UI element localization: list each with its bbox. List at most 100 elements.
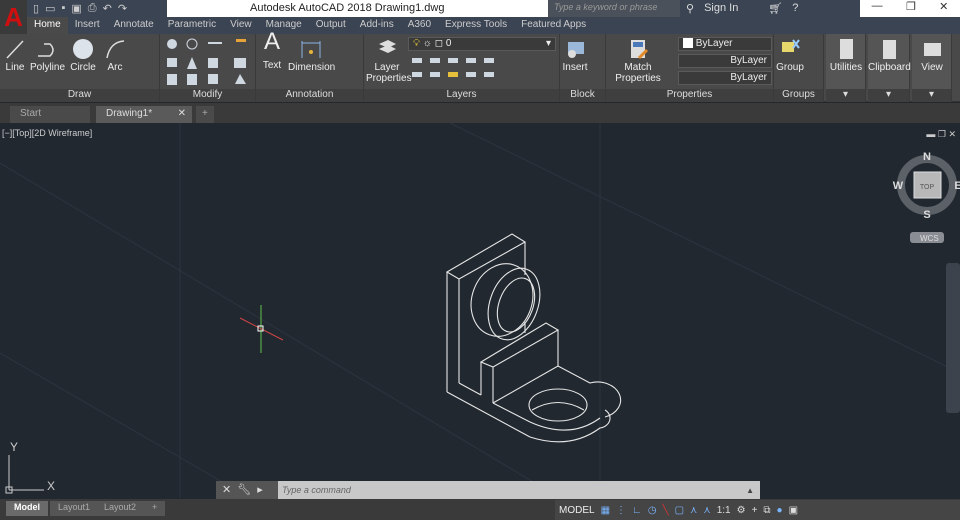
grid-icon[interactable]: ▦	[601, 505, 610, 516]
tab-add-ins[interactable]: Add-ins	[353, 17, 401, 34]
undo-icon[interactable]: ↶	[103, 2, 112, 15]
viewcube-face-top[interactable]: TOP	[920, 184, 935, 191]
layer-properties-button[interactable]: Layer Properties	[366, 38, 412, 84]
sign-in-button[interactable]: Sign In	[704, 2, 738, 15]
tab-drawing1[interactable]: Drawing1* ✕	[96, 106, 192, 123]
fullscreen-icon[interactable]: ▣	[789, 505, 798, 516]
redo-icon[interactable]: ↷	[118, 2, 127, 15]
compass-w[interactable]: W	[893, 180, 904, 192]
tab-start[interactable]: Start	[10, 106, 90, 123]
panel-draw-label[interactable]: Draw	[0, 89, 159, 102]
match-properties-button[interactable]: Match Properties	[612, 38, 664, 84]
arc-icon	[106, 40, 125, 59]
circle-button[interactable]: Circle	[68, 38, 98, 73]
plus-icon[interactable]: +	[752, 505, 758, 516]
match-properties-icon	[631, 40, 649, 60]
line-button[interactable]: Line	[4, 38, 26, 73]
panel-layers-label[interactable]: Layers	[364, 89, 559, 102]
modify-tools-icon[interactable]	[160, 34, 256, 89]
clipboard-button[interactable]: Clipboard ▾	[868, 34, 911, 102]
tab-a360[interactable]: A360	[401, 17, 438, 34]
panel-annotation-label[interactable]: Annotation	[256, 89, 363, 102]
compass-n[interactable]: N	[923, 151, 931, 163]
tab-featured-apps[interactable]: Featured Apps	[514, 17, 593, 34]
close-tab-icon[interactable]: ✕	[178, 108, 186, 119]
drawing-canvas[interactable]: Y X TOP N S W E WCS	[0, 122, 960, 499]
command-history-icon[interactable]: ▲	[746, 486, 760, 495]
arc-button[interactable]: Arc	[102, 38, 128, 73]
cart-icon[interactable]: 🛒︎	[768, 2, 782, 15]
group-button[interactable]: Group	[776, 38, 804, 73]
layout-tab-model[interactable]: Model	[6, 501, 48, 516]
navigation-bar[interactable]	[946, 263, 960, 413]
help-icon[interactable]: ?	[792, 2, 798, 15]
layout-tab-layout1[interactable]: Layout1	[50, 501, 99, 516]
command-input[interactable]: Type a command	[278, 485, 746, 495]
annotation-scale[interactable]: 1:1	[717, 505, 731, 516]
isolate-icon[interactable]: ⧉	[763, 505, 770, 516]
lineweight-dropdown[interactable]: ByLayer	[678, 71, 772, 85]
minimize-icon[interactable]: —	[872, 0, 883, 17]
tab-home[interactable]: Home	[27, 17, 68, 34]
object-snap-icon[interactable]: ▢	[675, 505, 684, 516]
plot-icon[interactable]: ⎙	[88, 2, 97, 15]
ribbon: Line Polyline Circle Arc Draw Modify A Te…	[0, 30, 960, 102]
lightbulb-icon: 💡︎	[413, 38, 420, 49]
app-menu-button[interactable]: A	[0, 0, 27, 34]
linetype-dropdown[interactable]: ByLayer	[678, 54, 772, 68]
panel-block-label[interactable]: Block	[560, 89, 605, 102]
add-layout-button[interactable]: +	[144, 501, 166, 516]
layout-tab-layout2[interactable]: Layout2	[96, 501, 145, 516]
tab-insert[interactable]: Insert	[68, 17, 107, 34]
isodraft-icon[interactable]: ╲	[663, 505, 669, 516]
tab-view[interactable]: View	[223, 17, 259, 34]
search-input[interactable]: Type a keyword or phrase	[548, 0, 680, 17]
autoscale-icon[interactable]: ⋏	[703, 505, 710, 516]
polyline-button[interactable]: Polyline	[30, 38, 65, 73]
utilities-button[interactable]: Utilities ▾	[826, 34, 866, 102]
close-icon[interactable]: ✕	[222, 483, 231, 497]
save-icon[interactable]: ▪	[61, 2, 65, 15]
tab-annotate[interactable]: Annotate	[107, 17, 161, 34]
model-space-toggle[interactable]: MODEL	[559, 505, 595, 516]
wrench-icon[interactable]: 🔧︎	[237, 483, 251, 497]
dimension-button[interactable]: Dimension	[288, 38, 335, 73]
viewcube[interactable]: TOP N S W E WCS	[893, 151, 960, 243]
ortho-icon[interactable]: ∟	[632, 505, 642, 516]
open-icon[interactable]: ▭	[45, 2, 55, 15]
gear-icon[interactable]: ⚙	[737, 505, 746, 516]
binoculars-icon[interactable]: ⚲	[686, 2, 694, 15]
viewport-controls-label[interactable]: [−][Top][2D Wireframe]	[2, 128, 92, 138]
clipboard-icon	[883, 40, 896, 59]
new-icon[interactable]: ▯	[33, 2, 39, 15]
tab-express-tools[interactable]: Express Tools	[438, 17, 514, 34]
color-dropdown[interactable]: ByLayer	[678, 37, 772, 51]
insert-button[interactable]: Insert	[562, 38, 588, 73]
view-button[interactable]: View ▾	[912, 34, 952, 102]
panel-modify: Modify	[160, 34, 256, 102]
restore-icon[interactable]: ❐	[906, 0, 916, 17]
close-icon[interactable]: ✕	[939, 0, 948, 17]
new-tab-button[interactable]: +	[196, 106, 214, 123]
document-tabs: Start Drawing1* ✕ +	[0, 103, 960, 123]
layer-dropdown[interactable]: 💡︎ ☼ ◻ 0 ▾	[408, 37, 556, 51]
layer-tools-icon[interactable]	[410, 54, 530, 84]
calculator-icon	[840, 39, 853, 59]
panel-modify-label[interactable]: Modify	[160, 89, 255, 102]
polar-icon[interactable]: ◷	[648, 505, 657, 516]
tab-parametric[interactable]: Parametric	[161, 17, 223, 34]
snap-icon[interactable]: ⋮	[616, 505, 626, 516]
save-as-icon[interactable]: ▣	[71, 2, 81, 15]
compass-s[interactable]: S	[923, 209, 930, 221]
wcs-menu[interactable]: WCS	[920, 234, 939, 243]
text-button[interactable]: A Text	[260, 30, 284, 72]
panel-properties-label[interactable]: Properties	[606, 89, 773, 102]
hardware-acceleration-icon[interactable]: ●	[777, 505, 783, 516]
tab-output[interactable]: Output	[309, 17, 353, 34]
ribbon-tabs: Home Insert Annotate Parametric View Man…	[27, 17, 960, 34]
command-prompt-icon[interactable]: ▸	[257, 483, 263, 497]
compass-e[interactable]: E	[954, 180, 960, 192]
annotation-visibility-icon[interactable]: ⋏	[690, 505, 697, 516]
panel-groups-label[interactable]: Groups	[774, 89, 823, 102]
viewport-window-controls[interactable]: ▬ ❐ ✕	[926, 129, 956, 140]
